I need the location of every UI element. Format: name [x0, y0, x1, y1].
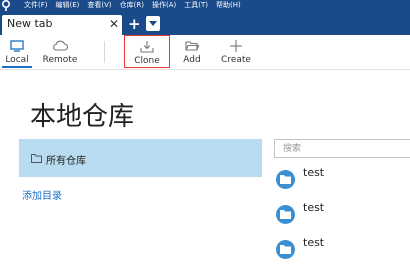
toolbar-divider [104, 41, 105, 63]
repo-group-all[interactable]: 所有仓库 [19, 139, 262, 177]
page-title: 本地仓库 [30, 102, 135, 132]
list-item[interactable]: test [276, 166, 406, 190]
create-button[interactable]: Create [220, 35, 252, 69]
clone-button[interactable]: Clone [124, 35, 170, 68]
local-button[interactable]: Local [2, 35, 32, 69]
tab-label: New tab [7, 17, 53, 30]
tab-strip: New tab ✕ + [0, 11, 410, 35]
toolbar: Local Remote Clone Add Create [0, 35, 410, 70]
plus-icon [230, 40, 242, 52]
active-indicator [2, 66, 32, 68]
repo-group-label: 所有仓库 [46, 156, 86, 167]
menu-help[interactable]: 帮助(H) [212, 0, 245, 11]
repo-name: test [303, 166, 325, 179]
menu-actions[interactable]: 操作(A) [148, 0, 180, 11]
menu-repository[interactable]: 仓库(R) [116, 0, 148, 11]
chevron-down-icon [149, 21, 157, 26]
add-button[interactable]: Add [178, 35, 206, 69]
create-label: Create [221, 55, 251, 65]
repo-name: test [303, 236, 325, 249]
app-logo-icon [2, 0, 10, 11]
folder-icon [280, 245, 291, 254]
folder-icon [280, 210, 291, 219]
menu-file[interactable]: 文件(F) [20, 0, 52, 11]
list-item[interactable]: test [276, 236, 406, 260]
remote-label: Remote [42, 55, 78, 65]
monitor-icon [10, 40, 24, 52]
title-bar: 文件(F) 编辑(E) 查看(V) 仓库(R) 操作(A) 工具(T) 帮助(H… [0, 0, 410, 11]
close-icon[interactable]: ✕ [109, 16, 119, 32]
list-item[interactable]: test [276, 201, 406, 225]
repo-icon [276, 170, 295, 189]
add-tab-button[interactable]: + [128, 15, 141, 33]
tab-new-tab[interactable]: New tab ✕ [2, 15, 122, 35]
local-label: Local [5, 55, 29, 65]
cloud-icon [53, 40, 68, 51]
repo-name: test [303, 201, 325, 214]
folder-icon [280, 175, 291, 184]
menu-edit[interactable]: 编辑(E) [52, 0, 84, 11]
folder-open-icon [185, 41, 199, 51]
repo-icon [276, 205, 295, 224]
remote-button[interactable]: Remote [41, 35, 79, 69]
repo-icon [276, 240, 295, 259]
menu-bar: 文件(F) 编辑(E) 查看(V) 仓库(R) 操作(A) 工具(T) 帮助(H… [20, 0, 245, 11]
add-directory-link[interactable]: 添加目录 [22, 187, 62, 202]
clone-label: Clone [134, 56, 160, 66]
add-label: Add [183, 55, 201, 65]
search-input[interactable] [274, 139, 410, 158]
folder-icon [31, 154, 42, 163]
download-icon [140, 41, 154, 53]
menu-view[interactable]: 查看(V) [83, 0, 115, 11]
tab-menu-button[interactable] [146, 16, 160, 31]
menu-tools[interactable]: 工具(T) [180, 0, 212, 11]
